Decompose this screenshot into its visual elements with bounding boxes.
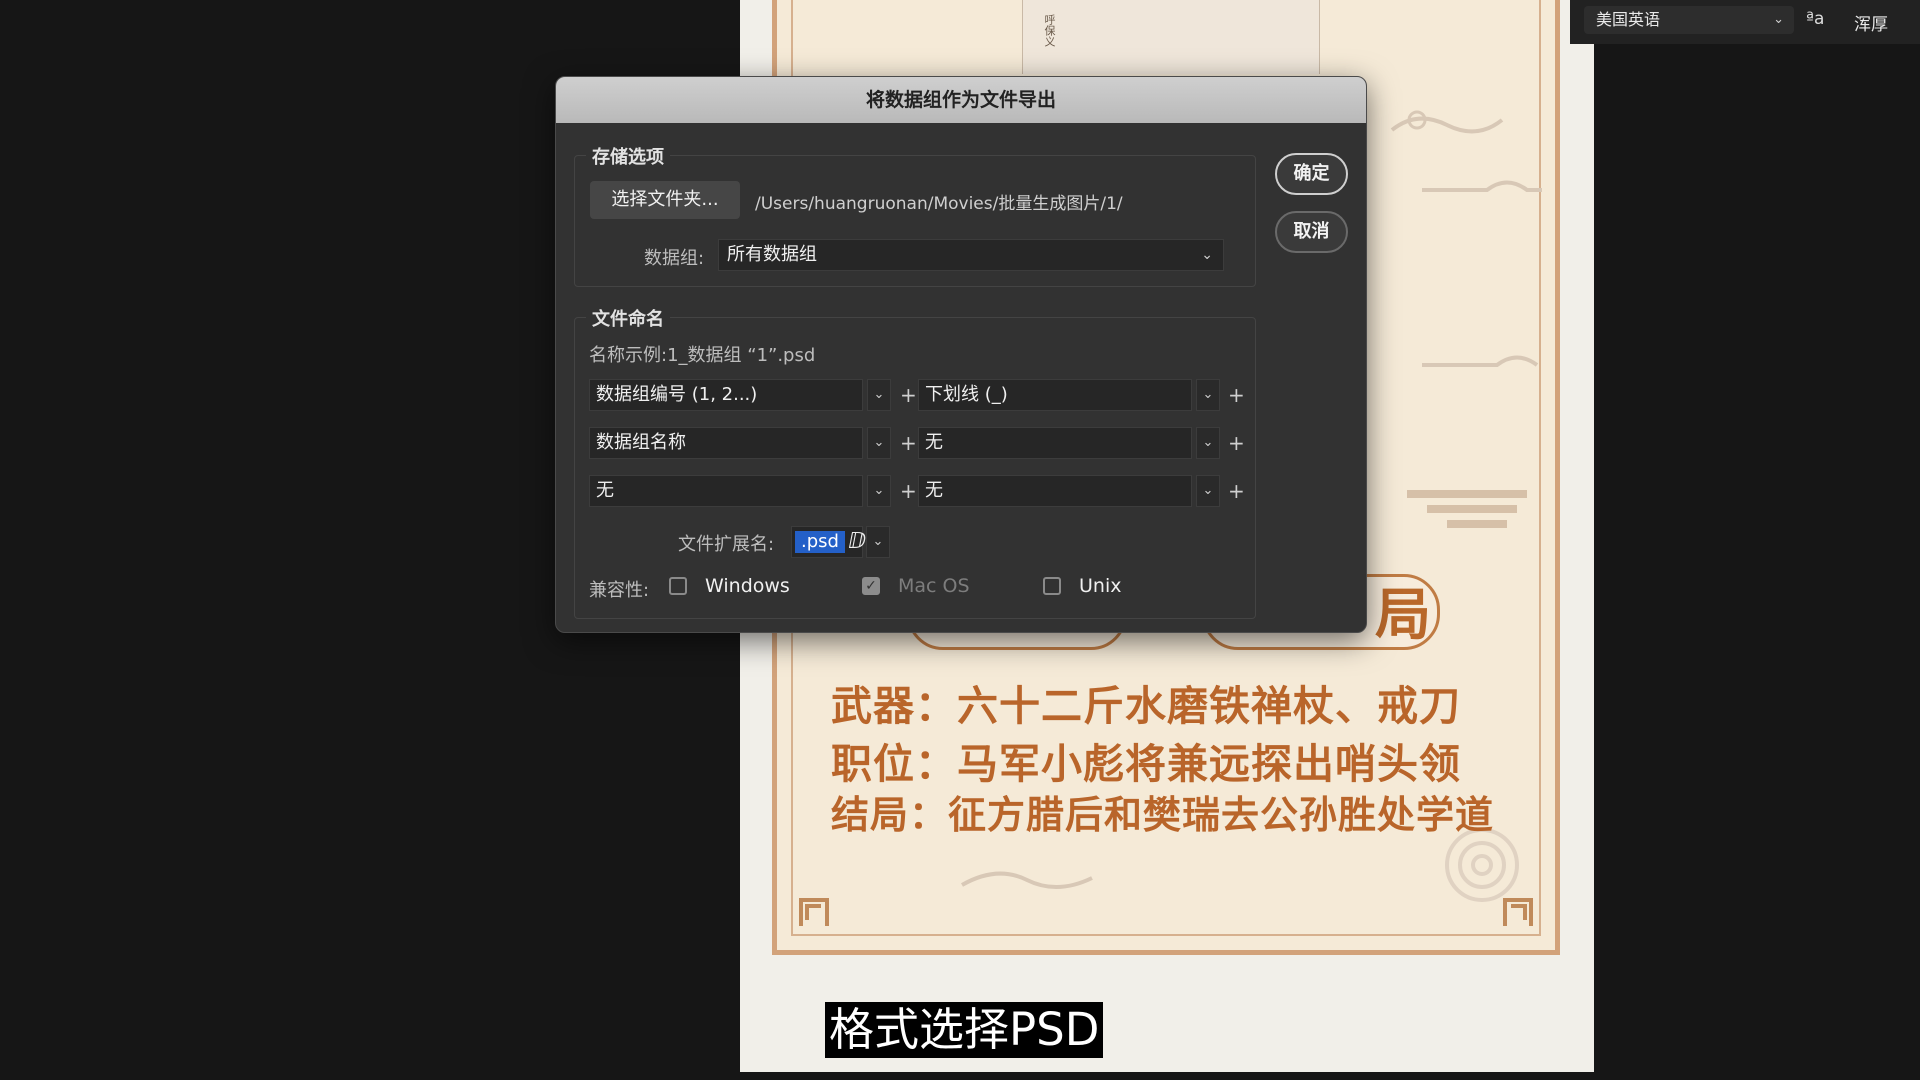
dataset-select-value: 所有数据组 — [727, 244, 817, 265]
chevron-down-icon: ⌄ — [1773, 12, 1784, 27]
storage-options-title: 存储选项 — [586, 143, 670, 169]
compatibility-label: 兼容性: — [589, 580, 650, 601]
chevron-down-icon: ⌄ — [1202, 483, 1214, 498]
plus-icon: + — [1228, 431, 1245, 455]
chevron-down-icon: ⌄ — [873, 483, 885, 498]
language-select-value: 美国英语 — [1596, 10, 1661, 29]
character-toolbar: 美国英语 ⌄ ªa 浑厚 — [1570, 0, 1920, 44]
naming-dropdown-1-left[interactable]: ⌄ — [867, 379, 891, 411]
naming-field-1-left[interactable]: 数据组编号 (1, 2...) — [589, 379, 863, 411]
chevron-down-icon: ⌄ — [872, 534, 884, 549]
cloud-decoration-icon — [1417, 345, 1547, 385]
naming-dropdown-2-right[interactable]: ⌄ — [1196, 427, 1220, 459]
cloud-decoration-icon — [1387, 100, 1507, 140]
unix-label[interactable]: Unix — [1079, 575, 1121, 597]
export-path: /Users/huangruonan/Movies/批量生成图片/1/ — [755, 194, 1123, 214]
anti-alias-method-select[interactable]: 浑厚 — [1854, 10, 1888, 35]
cloud-decoration-icon — [957, 860, 1097, 900]
name-example: 名称示例:1_数据组 “1”.psd — [589, 345, 816, 366]
poster-plate-glyph: 局 — [1375, 582, 1431, 648]
cloud-decoration-icon — [1417, 170, 1547, 210]
corner-ornament-icon — [799, 880, 847, 928]
macos-label[interactable]: Mac OS — [898, 575, 970, 597]
ok-button[interactable]: 确定 — [1275, 153, 1348, 195]
naming-dropdown-3-right[interactable]: ⌄ — [1196, 475, 1220, 507]
plus-icon: + — [900, 383, 917, 407]
choose-folder-button[interactable]: 选择文件夹... — [590, 181, 740, 219]
naming-field-2-left[interactable]: 数据组名称 — [589, 427, 863, 459]
language-select[interactable]: 美国英语 ⌄ — [1584, 6, 1794, 34]
dataset-label: 数据组: — [644, 248, 705, 269]
dialog-title: 将数据组作为文件导出 — [556, 77, 1366, 123]
poster-text-weapon: 武器：六十二斤水磨铁禅杖、戒刀 — [831, 682, 1461, 730]
naming-field-3-left[interactable]: 无 — [589, 475, 863, 507]
poster-photo-text: 呼保义 — [1043, 14, 1056, 47]
poster-photo: 呼保义 — [1022, 0, 1320, 74]
plus-icon: + — [900, 479, 917, 503]
windows-checkbox[interactable] — [669, 577, 687, 595]
unix-checkbox[interactable] — [1043, 577, 1061, 595]
plus-icon: + — [1228, 479, 1245, 503]
poster-text-position: 职位：马军小彪将兼远探出哨头领 — [831, 740, 1461, 788]
export-datasets-dialog: 将数据组作为文件导出 存储选项 选择文件夹... /Users/huangruo… — [555, 76, 1367, 633]
naming-field-3-right[interactable]: 无 — [918, 475, 1192, 507]
naming-field-2-right[interactable]: 无 — [918, 427, 1192, 459]
corner-ornament-icon — [1485, 880, 1533, 928]
macos-checkbox[interactable]: ✓ — [862, 577, 880, 595]
chevron-down-icon: ⌄ — [873, 435, 885, 450]
chevron-down-icon: ⌄ — [1202, 435, 1214, 450]
cancel-button[interactable]: 取消 — [1275, 211, 1348, 253]
dataset-select[interactable]: 所有数据组 ⌄ — [718, 239, 1224, 271]
windows-label[interactable]: Windows — [705, 575, 790, 597]
naming-dropdown-1-right[interactable]: ⌄ — [1196, 379, 1220, 411]
anti-alias-icon[interactable]: ªa — [1806, 9, 1824, 29]
naming-dropdown-2-left[interactable]: ⌄ — [867, 427, 891, 459]
extension-label: 文件扩展名: — [678, 534, 775, 555]
text-cursor-icon: ⅅ — [848, 529, 867, 554]
file-naming-title: 文件命名 — [586, 305, 670, 331]
chevron-down-icon: ⌄ — [1202, 387, 1214, 402]
chevron-down-icon: ⌄ — [1201, 247, 1213, 263]
naming-field-1-right[interactable]: 下划线 (_) — [918, 379, 1192, 411]
poster-text-ending: 结局：征方腊后和樊瑞去公孙胜处学道 — [831, 792, 1495, 837]
chevron-down-icon: ⌄ — [873, 387, 885, 402]
naming-dropdown-3-left[interactable]: ⌄ — [867, 475, 891, 507]
extension-dropdown[interactable]: ⌄ — [866, 526, 890, 558]
extension-value: .psd — [795, 531, 845, 553]
plus-icon: + — [900, 431, 917, 455]
cloud-decoration-icon — [1402, 480, 1532, 540]
video-subtitle: 格式选择PSD — [825, 1002, 1104, 1058]
plus-icon: + — [1228, 383, 1245, 407]
